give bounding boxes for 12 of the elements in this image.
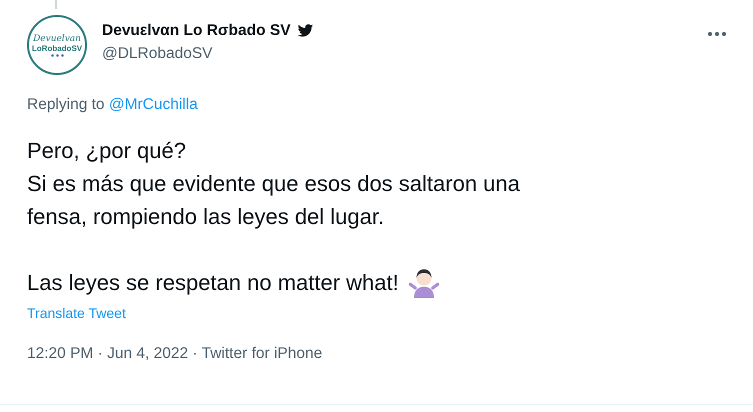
replying-to-text: Replying to @MrCuchilla — [27, 96, 199, 114]
tweet-text: Las leyes se respetan no matter what! — [27, 269, 399, 297]
author-handle[interactable]: @DLRobadoSV — [102, 45, 708, 63]
translate-link[interactable]: Translate Tweet — [27, 305, 726, 321]
shrugging-figure-icon — [408, 268, 439, 298]
avatar-logo[interactable]: Devuelvan LoRobadoSV — [27, 15, 87, 75]
mention-link[interactable]: @MrCuchilla — [108, 96, 198, 113]
author-name[interactable]: Devuεlvαn Lo Rσbado SV — [102, 22, 291, 40]
tweet-text: Pero, ¿por qué? Si es más que evidente que esos dos saltaron una fensa, rompiendo las leyes del lugar. — [27, 137, 520, 231]
logo-text: Devuelvan — [33, 34, 81, 44]
tweet-timestamp: 12:20 PM · Jun 4, 2022 · Twitter for iPhone — [27, 345, 324, 363]
logo-text: LoRobadoSV — [32, 44, 82, 54]
